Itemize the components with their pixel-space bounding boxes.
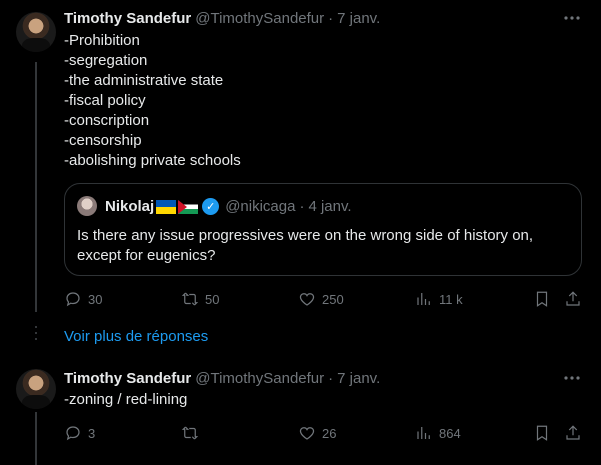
reply-icon xyxy=(66,292,80,307)
bookmark-icon xyxy=(536,425,548,441)
tweet-line: -Prohibition xyxy=(64,32,140,49)
heart-icon xyxy=(299,293,315,306)
analytics-icon xyxy=(417,427,430,439)
timestamp[interactable]: 7 janv. xyxy=(337,370,380,387)
views-button[interactable]: 864 xyxy=(415,423,461,443)
reply-count: 30 xyxy=(88,291,103,307)
share-icon xyxy=(566,291,580,306)
tweet-line: -abolishing private schools xyxy=(64,152,241,169)
author-handle[interactable]: @TimothySandefur xyxy=(195,370,324,387)
separator: · xyxy=(299,198,305,215)
timestamp[interactable]: 7 janv. xyxy=(337,10,380,27)
retweet-count: 50 xyxy=(205,291,220,307)
tweet[interactable]: Timothy Sandefur @TimothySandefur · 7 ja… xyxy=(0,358,601,465)
tweet-header: Timothy Sandefur @TimothySandefur · 7 ja… xyxy=(64,370,380,387)
thread-dots xyxy=(35,326,37,344)
tweet-line: -the administrative state xyxy=(64,72,224,89)
more-options-icon[interactable] xyxy=(563,369,581,387)
heart-icon xyxy=(299,427,315,440)
quoted-timestamp[interactable]: 4 janv. xyxy=(308,198,351,215)
avatar[interactable] xyxy=(16,12,56,52)
quoted-author-name[interactable]: Nikolaj xyxy=(105,198,154,215)
tweet[interactable]: Timothy Sandefur @TimothySandefur · 7 ja… xyxy=(0,0,601,320)
like-count: 250 xyxy=(322,291,344,307)
retweet-button[interactable]: 50 xyxy=(181,289,219,309)
bookmark-icon xyxy=(536,291,548,307)
views-button[interactable]: 11 k xyxy=(415,289,463,309)
tweet-line: -censorship xyxy=(64,132,142,149)
view-count: 864 xyxy=(439,425,461,441)
quoted-author-handle[interactable]: @nikicaga xyxy=(225,198,295,215)
bookmark-button[interactable] xyxy=(533,423,551,443)
show-more-replies-link[interactable]: Voir plus de réponses xyxy=(64,328,208,345)
author-name[interactable]: Timothy Sandefur xyxy=(64,10,191,27)
reply-button[interactable]: 3 xyxy=(64,423,95,443)
tweet-text: -Prohibition -segregation -the administr… xyxy=(64,31,241,171)
reply-count: 3 xyxy=(88,425,96,441)
separator: · xyxy=(328,370,334,387)
reply-button[interactable]: 30 xyxy=(64,289,102,309)
tweet-line: -zoning / red-lining xyxy=(64,391,188,408)
view-count: 11 k xyxy=(439,291,463,307)
quoted-avatar[interactable] xyxy=(77,196,97,216)
quoted-tweet[interactable]: Nikolaj ✓ @nikicaga · 4 janv. Is there a… xyxy=(64,183,582,276)
like-button[interactable]: 26 xyxy=(298,423,336,443)
more-options-icon[interactable] xyxy=(563,9,581,27)
separator: · xyxy=(328,10,334,27)
ukraine-flag-icon xyxy=(156,199,177,214)
author-name[interactable]: Timothy Sandefur xyxy=(64,370,191,387)
share-button[interactable] xyxy=(564,423,582,443)
tweet-actions: 3 26 864 xyxy=(64,423,584,443)
tweet-actions: 30 50 250 11 k xyxy=(64,289,584,309)
verified-badge-icon: ✓ xyxy=(202,198,220,215)
quoted-text: Is there any issue progressives were on … xyxy=(77,227,534,264)
tweet-line: -segregation xyxy=(64,52,148,69)
like-button[interactable]: 250 xyxy=(298,289,344,309)
retweet-icon xyxy=(181,292,199,306)
reply-icon xyxy=(66,426,80,441)
tweet-header: Timothy Sandefur @TimothySandefur · 7 ja… xyxy=(64,10,380,27)
analytics-icon xyxy=(417,293,430,305)
tweet-line: -fiscal policy xyxy=(64,92,146,109)
retweet-icon xyxy=(181,426,199,440)
share-icon xyxy=(566,425,580,440)
bookmark-button[interactable] xyxy=(533,289,551,309)
share-button[interactable] xyxy=(564,289,582,309)
author-handle[interactable]: @TimothySandefur xyxy=(195,10,324,27)
like-count: 26 xyxy=(322,425,337,441)
palestine-flag-icon xyxy=(178,199,199,214)
retweet-button[interactable] xyxy=(181,423,205,443)
tweet-line: -conscription xyxy=(64,112,150,129)
avatar[interactable] xyxy=(16,369,56,409)
tweet-text: -zoning / red-lining xyxy=(64,390,187,410)
quoted-header: Nikolaj ✓ @nikicaga · 4 janv. xyxy=(105,198,352,215)
